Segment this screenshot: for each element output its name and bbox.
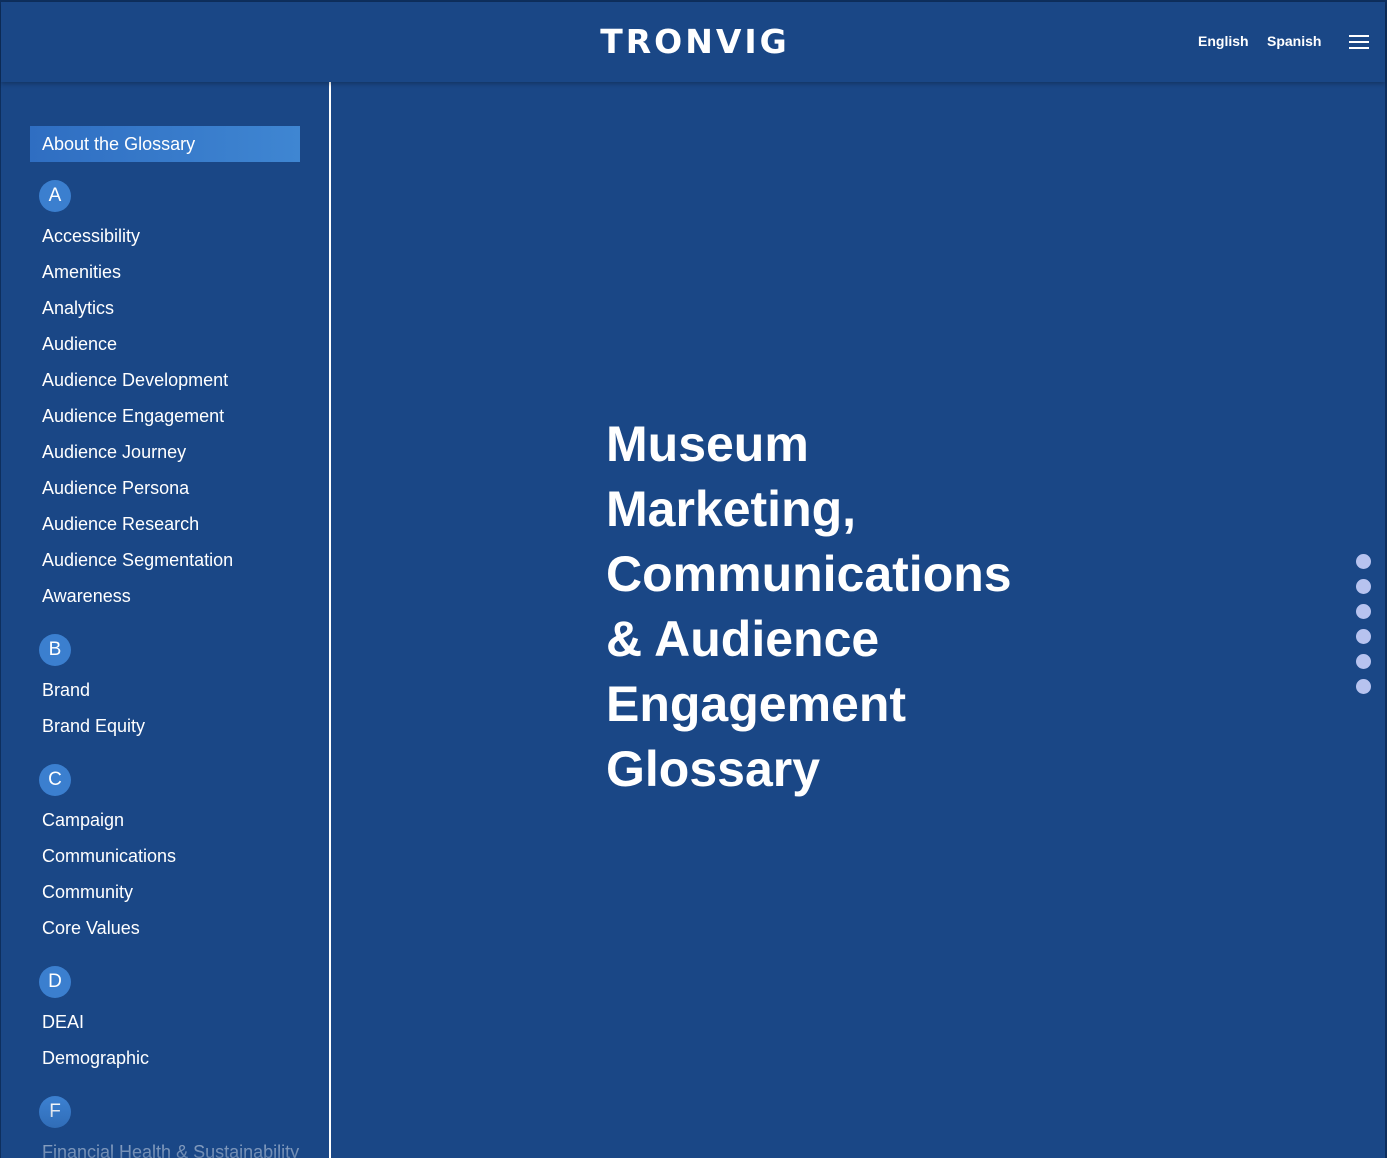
pager-dot[interactable]: [1356, 654, 1371, 669]
glossary-group-b: B Brand Brand Equity: [1, 634, 329, 744]
letter-badge: A: [39, 180, 71, 212]
glossary-group-c: C Campaign Communications Community Core Val…: [1, 764, 329, 946]
glossary-term-link[interactable]: Audience Segmentation: [42, 542, 329, 578]
glossary-group-a: A Accessibility Amenities Analytics Audience…: [1, 180, 329, 614]
language-spanish-link[interactable]: Spanish: [1267, 32, 1321, 50]
glossary-term-link[interactable]: Brand: [42, 672, 329, 708]
glossary-group-items: DEAI Demographic: [1, 1004, 329, 1076]
letter-badge: F: [39, 1096, 71, 1128]
menu-icon-bar: [1349, 47, 1369, 49]
glossary-term-link[interactable]: Amenities: [42, 254, 329, 290]
pager-dot[interactable]: [1356, 554, 1371, 569]
letter-badge: B: [39, 634, 71, 666]
glossary-term-link[interactable]: Community: [42, 874, 329, 910]
glossary-term-link[interactable]: Awareness: [42, 578, 329, 614]
glossary-group-items: Accessibility Amenities Analytics Audience A…: [1, 218, 329, 614]
glossary-term-link[interactable]: Audience Research: [42, 506, 329, 542]
glossary-term-link[interactable]: Audience Persona: [42, 470, 329, 506]
glossary-term-link[interactable]: Demographic: [42, 1040, 329, 1076]
pager-dot[interactable]: [1356, 679, 1371, 694]
glossary-term-link[interactable]: DEAI: [42, 1004, 329, 1040]
glossary-term-link[interactable]: Brand Equity: [42, 708, 329, 744]
glossary-group-items: Campaign Communications Community Core Valu…: [1, 802, 329, 946]
section-pager: [1356, 554, 1372, 704]
glossary-term-link[interactable]: Audience Development: [42, 362, 329, 398]
language-english-link[interactable]: English: [1198, 32, 1249, 50]
letter-badge: C: [39, 764, 71, 796]
site-header: TRONVIG English Spanish: [1, 2, 1385, 82]
glossary-term-link[interactable]: Analytics: [42, 290, 329, 326]
glossary-term-link[interactable]: Core Values: [42, 910, 329, 946]
page-title: Museum Marketing, Communications & Audie…: [606, 416, 1012, 797]
glossary-sidebar[interactable]: About the Glossary A Accessibility Ameniti…: [1, 82, 331, 1158]
glossary-term-link[interactable]: Audience: [42, 326, 329, 362]
letter-badge: D: [39, 966, 71, 998]
pager-dot[interactable]: [1356, 579, 1371, 594]
glossary-term-link[interactable]: Audience Engagement: [42, 398, 329, 434]
menu-icon-bar: [1349, 41, 1369, 43]
glossary-group-d: D DEAI Demographic: [1, 966, 329, 1076]
pager-dot[interactable]: [1356, 629, 1371, 644]
menu-icon-bar: [1349, 35, 1369, 37]
glossary-term-link[interactable]: Campaign: [42, 802, 329, 838]
glossary-term-link[interactable]: Audience Journey: [42, 434, 329, 470]
glossary-term-list: A Accessibility Amenities Analytics Audience…: [1, 180, 329, 1158]
hamburger-menu-icon[interactable]: [1349, 34, 1369, 50]
tronvig-logo[interactable]: TRONVIG: [597, 22, 793, 62]
glossary-term-link[interactable]: Financial Health & Sustainability: [42, 1134, 329, 1158]
about-the-glossary-link[interactable]: About the Glossary: [30, 126, 300, 162]
glossary-group-f: F Financial Health & Sustainability: [1, 1096, 329, 1158]
glossary-group-items: Financial Health & Sustainability: [1, 1134, 329, 1158]
page: TRONVIG English Spanish About the Glossa…: [0, 0, 1387, 1158]
glossary-term-link[interactable]: Accessibility: [42, 218, 329, 254]
glossary-group-items: Brand Brand Equity: [1, 672, 329, 744]
glossary-term-link[interactable]: Communications: [42, 838, 329, 874]
pager-dot[interactable]: [1356, 604, 1371, 619]
